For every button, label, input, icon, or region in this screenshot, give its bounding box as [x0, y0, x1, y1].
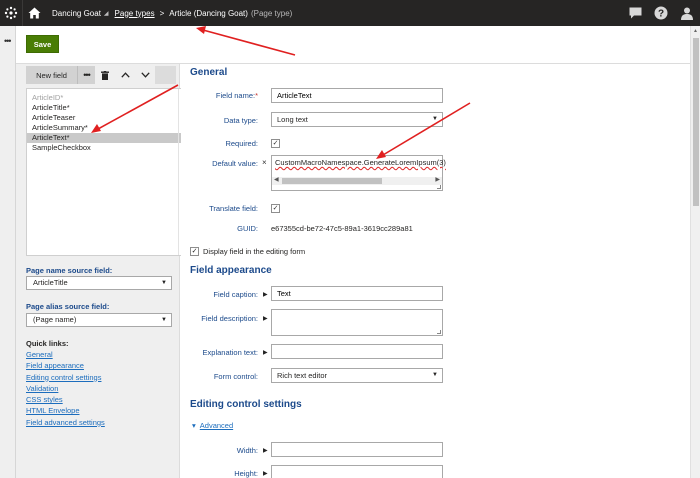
quick-link-css-styles[interactable]: CSS styles [26, 394, 105, 405]
quick-link-general[interactable]: General [26, 349, 105, 360]
page-scrollbar[interactable]: ▲ [690, 26, 700, 478]
scroll-right-icon[interactable]: ▶ [435, 176, 440, 183]
default-value-scrollbar[interactable]: ◀ ▶ [272, 177, 442, 185]
breadcrumb-current: Article (Dancing Goat) [169, 8, 248, 18]
page-name-source-value: ArticleTitle [33, 278, 68, 287]
clear-macro-icon[interactable]: × [262, 158, 267, 167]
field-caption-input[interactable] [271, 286, 443, 301]
quick-link-validation[interactable]: Validation [26, 383, 105, 394]
more-icon[interactable]: ••• [4, 36, 12, 46]
scroll-left-icon[interactable]: ◀ [274, 176, 279, 183]
expand-icon[interactable]: ▶ [263, 470, 268, 477]
user-icon[interactable] [674, 0, 700, 26]
left-strip: ••• [0, 26, 16, 478]
page-alias-source-value: (Page name) [33, 315, 77, 324]
quick-link-field-advanced-settings[interactable]: Field advanced settings [26, 417, 105, 428]
quick-links-title: Quick links: [26, 339, 69, 348]
resize-handle-icon[interactable] [437, 185, 441, 189]
expand-icon[interactable]: ▶ [263, 291, 268, 298]
quick-link-html-envelope[interactable]: HTML Envelope [26, 405, 105, 416]
move-up-icon[interactable] [115, 66, 135, 84]
width-label: Width: [236, 446, 258, 455]
breadcrumb-suffix: (Page type) [250, 8, 293, 18]
field-properties: General Field name:* Data type: Long tex… [181, 64, 690, 478]
delete-icon[interactable] [95, 66, 115, 84]
field-name-label: Field name:* [215, 91, 258, 100]
field-name-input[interactable] [271, 88, 443, 103]
required-checkbox[interactable]: ✓ [271, 139, 280, 148]
width-input[interactable] [271, 442, 443, 457]
form-control-label: Form control: [213, 372, 258, 381]
dropdown-arrow-icon: ▼ [432, 372, 438, 378]
fields-panel: New field ••• ArticleID* ArticleTitle* A… [16, 64, 187, 478]
advanced-label: Advanced [199, 421, 234, 430]
home-icon[interactable] [22, 0, 46, 26]
field-caption-label: Field caption: [213, 290, 258, 299]
default-value-text: CustomMacroNamespace.GenerateLoremIpsum(… [275, 158, 446, 167]
height-input[interactable] [271, 465, 443, 478]
default-value-editor[interactable]: CustomMacroNamespace.GenerateLoremIpsum(… [271, 155, 446, 191]
default-value-label: Default value: [212, 159, 258, 168]
chat-icon[interactable] [622, 0, 648, 26]
site-name: Dancing Goat [52, 8, 101, 18]
quick-link-editing-control-settings[interactable]: Editing control settings [26, 372, 105, 383]
quick-links: General Field appearance Editing control… [26, 349, 105, 428]
site-selector[interactable]: Dancing Goat ◢ [46, 0, 115, 26]
guid-label: GUID: [237, 224, 258, 233]
guid-value: e67355cd-be72-47c5-89a1-3619cc289a81 [271, 224, 413, 233]
page-alias-source-label: Page alias source field: [26, 302, 110, 311]
save-button[interactable]: Save [26, 35, 59, 53]
breadcrumb: Page types > Article (Dancing Goat) (Pag… [115, 9, 293, 18]
move-down-icon[interactable] [135, 66, 155, 84]
explanation-text-label: Explanation text: [202, 348, 258, 357]
display-field-checkbox[interactable]: ✓ [190, 247, 199, 256]
top-bar: Dancing Goat ◢ Page types > Article (Dan… [0, 0, 700, 26]
breadcrumb-page-types[interactable]: Page types [115, 9, 155, 18]
fields-toolbar: New field ••• [26, 66, 176, 84]
data-type-value: Long text [277, 115, 308, 124]
top-right-actions: ? [622, 0, 700, 26]
new-field-button[interactable]: New field [26, 66, 78, 84]
display-field-label: Display field in the editing form [203, 247, 306, 256]
svg-text:?: ? [658, 9, 664, 20]
expand-icon[interactable]: ▶ [263, 349, 268, 356]
scroll-thumb[interactable] [693, 38, 699, 206]
chevron-down-icon: ▾ [192, 421, 196, 430]
scroll-up-icon[interactable]: ▲ [693, 28, 698, 34]
expand-icon[interactable]: ▶ [263, 315, 268, 322]
list-item[interactable]: ArticleTitle* [27, 103, 186, 113]
form-control-value: Rich text editor [277, 371, 328, 380]
breadcrumb-separator-icon: > [159, 8, 165, 18]
translate-field-label: Translate field: [209, 204, 258, 213]
page-name-source-select[interactable]: ArticleTitle ▼ [26, 276, 172, 290]
dropdown-arrow-icon: ▼ [432, 116, 438, 122]
help-icon[interactable]: ? [648, 0, 674, 26]
field-appearance-section-title: Field appearance [190, 265, 272, 276]
kentico-logo-icon[interactable] [0, 0, 22, 26]
dropdown-arrow-icon: ▼ [161, 280, 167, 286]
page-name-source-label: Page name source field: [26, 266, 113, 275]
height-label: Height: [234, 469, 258, 478]
quick-link-field-appearance[interactable]: Field appearance [26, 360, 105, 371]
field-description-input[interactable] [271, 309, 443, 336]
resize-handle-icon[interactable] [437, 330, 441, 334]
caret-down-icon: ◢ [103, 10, 109, 17]
general-section-title: General [190, 67, 228, 78]
field-description-label: Field description: [201, 314, 258, 323]
explanation-text-input[interactable] [271, 344, 443, 359]
data-type-label: Data type: [223, 116, 258, 125]
editing-control-section-title: Editing control settings [190, 399, 302, 410]
form-control-select[interactable]: Rich text editor ▼ [271, 368, 443, 383]
advanced-toggle[interactable]: ▾ Advanced [192, 421, 233, 430]
translate-field-checkbox[interactable]: ✓ [271, 204, 280, 213]
more-actions-icon[interactable]: ••• [78, 66, 95, 84]
header-actions: Save [16, 26, 690, 64]
required-label: Required: [225, 139, 258, 148]
data-type-select[interactable]: Long text ▼ [271, 112, 443, 127]
scroll-thumb[interactable] [282, 178, 382, 184]
expand-icon[interactable]: ▶ [263, 447, 268, 454]
